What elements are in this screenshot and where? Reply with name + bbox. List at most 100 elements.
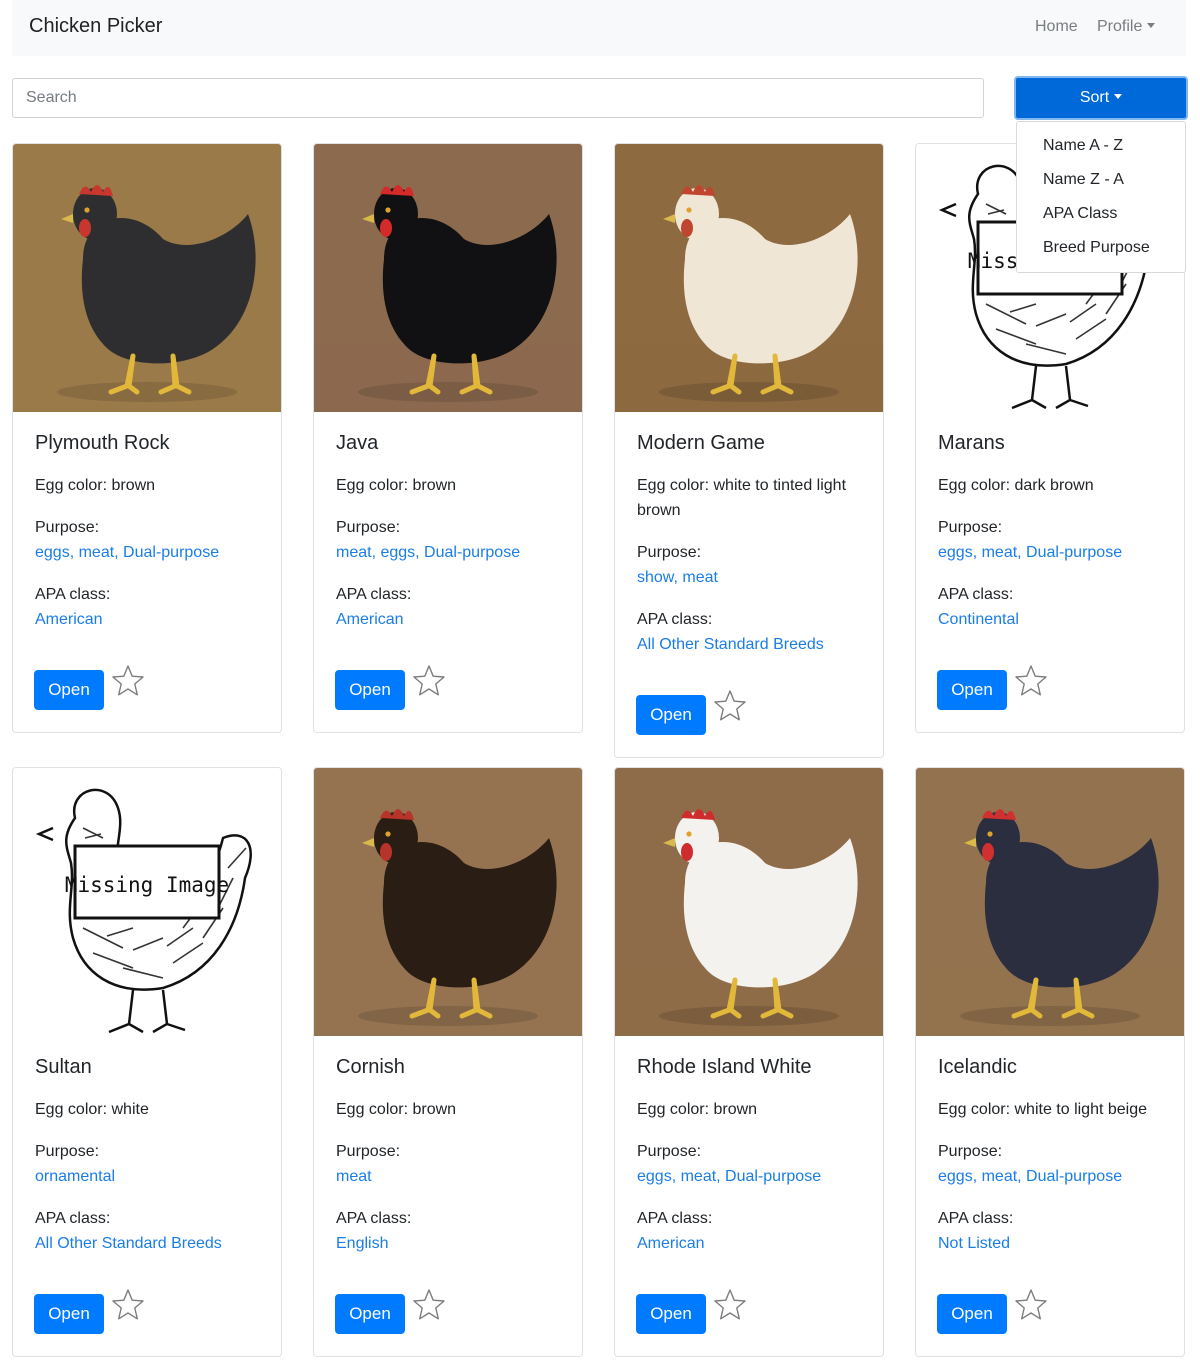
open-button[interactable]: Open <box>335 670 405 710</box>
sort-option-name-asc[interactable]: Name A - Z <box>1017 134 1185 168</box>
egg-color-label: Egg color: <box>35 1101 112 1118</box>
egg-color-text: Egg color: brown <box>637 1097 873 1122</box>
purpose-value-link[interactable]: meat, eggs, Dual-purpose <box>336 540 520 565</box>
breed-name: Sultan <box>35 1056 92 1078</box>
sort-option-name-desc[interactable]: Name Z - A <box>1017 168 1185 202</box>
egg-color-label: Egg color: <box>336 477 413 494</box>
open-button[interactable]: Open <box>636 695 706 735</box>
purpose-value-link[interactable]: eggs, meat, Dual-purpose <box>938 540 1122 565</box>
favorite-star-icon[interactable] <box>1013 663 1049 699</box>
apa-class-value-link[interactable]: All Other Standard Breeds <box>637 632 824 657</box>
favorite-star-icon[interactable] <box>1013 1287 1049 1323</box>
egg-color-value: dark brown <box>1014 477 1094 494</box>
breed-card: Modern Game Egg color: white to tinted l… <box>614 143 884 758</box>
sort-button-label: Sort <box>1079 89 1110 106</box>
purpose-value-link[interactable]: show, meat <box>637 565 718 590</box>
favorite-star-icon[interactable] <box>110 1287 146 1323</box>
open-button[interactable]: Open <box>335 1294 405 1334</box>
breed-name: Java <box>336 432 379 454</box>
purpose-section: Purpose: eggs, meat, Dual-purpose <box>938 515 1122 565</box>
apa-class-section: APA class: All Other Standard Breeds <box>35 1206 222 1256</box>
favorite-star-icon[interactable] <box>411 663 447 699</box>
purpose-section: Purpose: eggs, meat, Dual-purpose <box>938 1139 1122 1189</box>
breed-name: Cornish <box>336 1056 405 1078</box>
breed-photo <box>314 768 582 1036</box>
purpose-value-link[interactable]: ornamental <box>35 1164 115 1189</box>
apa-class-label: APA class: <box>336 1210 412 1227</box>
egg-color-value: brown <box>412 1101 457 1118</box>
purpose-label: Purpose: <box>35 1143 100 1160</box>
open-button[interactable]: Open <box>636 1294 706 1334</box>
card-image <box>314 144 582 412</box>
card-image <box>615 144 883 412</box>
egg-color-value: brown <box>713 1101 758 1118</box>
card-image <box>916 768 1184 1036</box>
breed-photo <box>615 144 883 412</box>
apa-class-value-link[interactable]: American <box>35 607 110 632</box>
purpose-label: Purpose: <box>336 1143 401 1160</box>
favorite-star-icon[interactable] <box>411 1287 447 1323</box>
nav-profile-dropdown[interactable]: Profile <box>1097 18 1156 36</box>
purpose-value-link[interactable]: meat <box>336 1164 400 1189</box>
purpose-section: Purpose: meat <box>336 1139 400 1189</box>
egg-color-text: Egg color: brown <box>336 1097 572 1122</box>
apa-class-label: APA class: <box>35 1210 111 1227</box>
search-input[interactable] <box>12 78 984 118</box>
breed-photo <box>13 144 281 412</box>
apa-class-label: APA class: <box>938 1210 1014 1227</box>
open-button[interactable]: Open <box>34 670 104 710</box>
apa-class-value-link[interactable]: Not Listed <box>938 1231 1013 1256</box>
favorite-star-icon[interactable] <box>712 688 748 724</box>
breed-photo <box>615 768 883 1036</box>
purpose-value-link[interactable]: eggs, meat, Dual-purpose <box>35 540 219 565</box>
apa-class-label: APA class: <box>938 586 1014 603</box>
apa-class-section: APA class: American <box>35 582 110 632</box>
apa-class-value-link[interactable]: English <box>336 1231 411 1256</box>
sort-option-breed-purpose[interactable]: Breed Purpose <box>1017 236 1185 270</box>
card-image <box>314 768 582 1036</box>
egg-color-value: white to light beige <box>1014 1101 1148 1118</box>
purpose-value-link[interactable]: eggs, meat, Dual-purpose <box>938 1164 1122 1189</box>
apa-class-value-link[interactable]: American <box>336 607 411 632</box>
breed-card: Java Egg color: brown Purpose: meat, egg… <box>313 143 583 733</box>
egg-color-label: Egg color: <box>336 1101 413 1118</box>
apa-class-section: APA class: American <box>637 1206 712 1256</box>
breed-card: Plymouth Rock Egg color: brown Purpose: … <box>12 143 282 733</box>
apa-class-value-link[interactable]: All Other Standard Breeds <box>35 1231 222 1256</box>
apa-class-section: APA class: Not Listed <box>938 1206 1013 1256</box>
missing-image-placeholder: Missing Image <box>13 768 281 1036</box>
favorite-star-icon[interactable] <box>712 1287 748 1323</box>
egg-color-value: brown <box>111 477 156 494</box>
nav-home-link[interactable]: Home <box>1035 18 1078 36</box>
apa-class-label: APA class: <box>637 611 713 628</box>
egg-color-value: white <box>111 1101 149 1118</box>
egg-color-label: Egg color: <box>637 1101 714 1118</box>
breed-photo <box>916 768 1184 1036</box>
purpose-value-link[interactable]: eggs, meat, Dual-purpose <box>637 1164 821 1189</box>
open-button[interactable]: Open <box>34 1294 104 1334</box>
purpose-section: Purpose: show, meat <box>637 540 718 590</box>
apa-class-section: APA class: All Other Standard Breeds <box>637 607 824 657</box>
favorite-star-icon[interactable] <box>110 663 146 699</box>
egg-color-label: Egg color: <box>637 477 714 494</box>
chevron-down-icon <box>1147 23 1156 28</box>
breed-name: Rhode Island White <box>637 1056 812 1078</box>
brand-title[interactable]: Chicken Picker <box>29 15 162 38</box>
egg-color-label: Egg color: <box>35 477 112 494</box>
apa-class-label: APA class: <box>637 1210 713 1227</box>
nav-profile-label: Profile <box>1097 18 1143 35</box>
apa-class-label: APA class: <box>35 586 111 603</box>
apa-class-value-link[interactable]: Continental <box>938 607 1019 632</box>
egg-color-text: Egg color: dark brown <box>938 473 1174 498</box>
open-button[interactable]: Open <box>937 670 1007 710</box>
purpose-section: Purpose: eggs, meat, Dual-purpose <box>35 515 219 565</box>
purpose-section: Purpose: ornamental <box>35 1139 115 1189</box>
open-button[interactable]: Open <box>937 1294 1007 1334</box>
apa-class-value-link[interactable]: American <box>637 1231 712 1256</box>
missing-image-label: Missing Image <box>65 873 229 897</box>
sort-option-apa-class[interactable]: APA Class <box>1017 202 1185 236</box>
egg-color-label: Egg color: <box>938 1101 1015 1118</box>
egg-color-text: Egg color: white to light beige <box>938 1097 1174 1122</box>
sort-button[interactable]: Sort <box>1014 76 1188 120</box>
card-image <box>615 768 883 1036</box>
